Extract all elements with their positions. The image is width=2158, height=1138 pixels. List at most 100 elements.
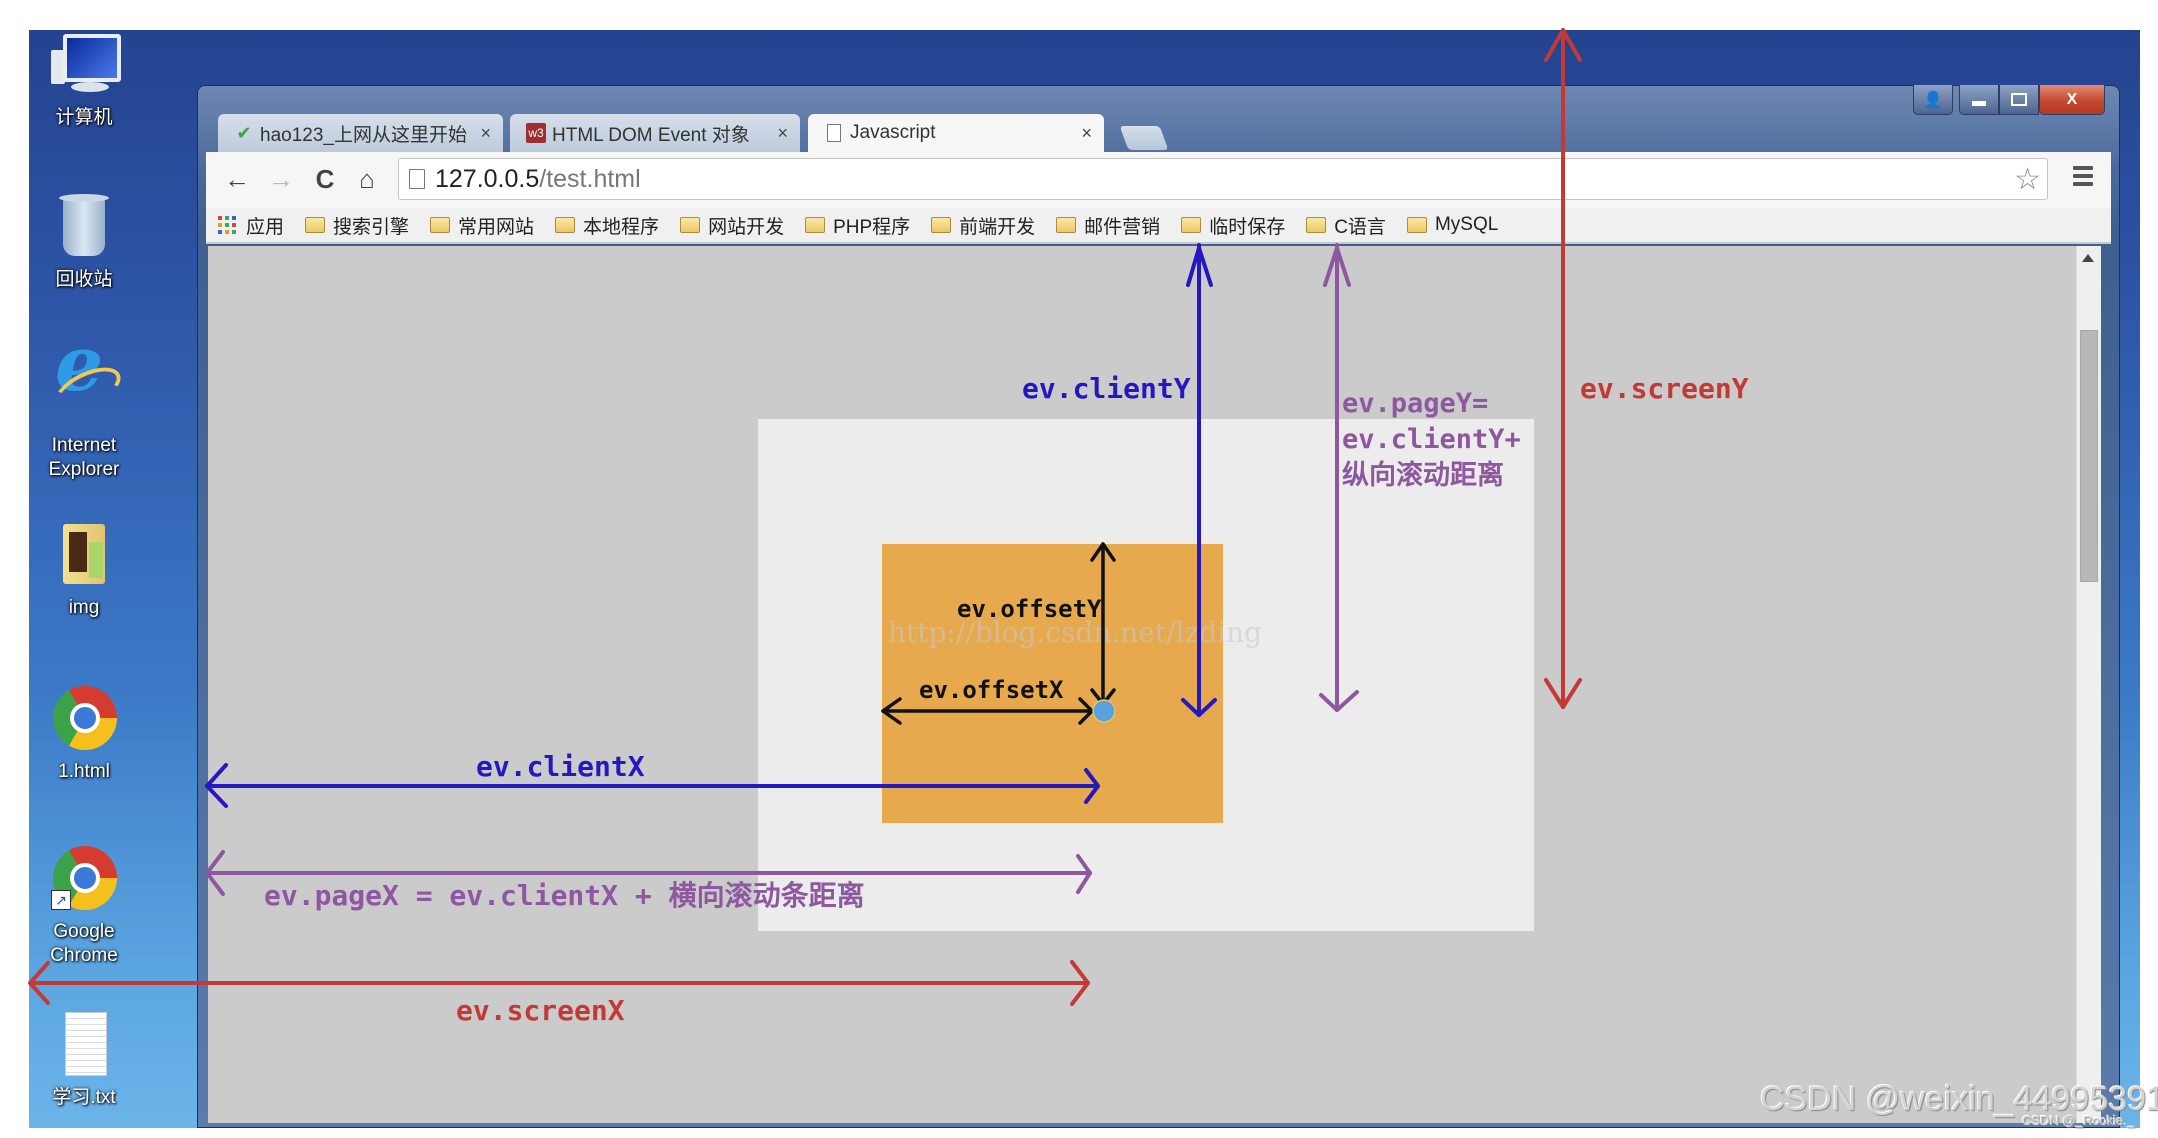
bookmarks-bar: 应用 搜索引擎 常用网站 本地程序 网站开发 PHP程序 前端开发 邮件营销 临… xyxy=(206,208,2111,244)
tab-close-button[interactable]: × xyxy=(777,123,788,144)
text-file-icon xyxy=(49,1010,119,1080)
folder-icon xyxy=(1181,217,1202,233)
shortcut-arrow-icon: ↗ xyxy=(51,890,71,910)
forward-arrow-icon: → xyxy=(268,163,294,194)
bookmark-label: 临时保存 xyxy=(1209,216,1286,238)
folder-icon xyxy=(305,217,326,233)
desktop-icon-label: 1.html xyxy=(58,761,110,782)
tab-hao123[interactable]: ✔ hao123_上网从这里开始 × xyxy=(218,114,503,152)
desktop-icon-1-html[interactable]: 1.html xyxy=(29,684,139,784)
bookmark-star-button[interactable]: ☆ xyxy=(2014,162,2041,197)
desktop-icon-recycle-bin[interactable]: 回收站 xyxy=(29,192,139,292)
desktop-icon-label-line1: Google xyxy=(53,921,115,942)
desktop-icon-label-line1: Internet xyxy=(51,435,117,456)
user-profile-button[interactable]: 👤 xyxy=(1913,85,1953,115)
star-icon: ☆ xyxy=(2014,163,2041,196)
bookmark-label: MySQL xyxy=(1434,214,1499,235)
bookmark-folder[interactable]: PHP程序 xyxy=(805,212,910,239)
close-window-button[interactable]: X xyxy=(2039,85,2105,115)
page-icon xyxy=(409,169,425,189)
hao123-icon: ✔ xyxy=(236,122,252,143)
reload-button[interactable]: C xyxy=(308,162,342,196)
bookmark-label: C语言 xyxy=(1334,216,1386,238)
apps-grid-icon xyxy=(218,216,238,234)
label-screenY: ev.screenY xyxy=(1580,372,1749,405)
bookmark-label: 搜索引擎 xyxy=(333,216,410,238)
home-button[interactable]: ⌂ xyxy=(350,162,384,196)
bookmark-label: PHP程序 xyxy=(833,216,911,238)
bookmark-folder[interactable]: 网站开发 xyxy=(680,212,784,239)
bookmark-apps[interactable]: 应用 xyxy=(218,212,284,239)
window-controls: 👤 X xyxy=(1913,85,2105,117)
bookmark-label: 应用 xyxy=(246,216,285,238)
tab-title: Javascript xyxy=(850,122,936,143)
bookmark-folder[interactable]: 搜索引擎 xyxy=(305,212,409,239)
vertical-scrollbar[interactable] xyxy=(2076,246,2101,1123)
label-pageY-line3: 纵向滚动距离 xyxy=(1342,460,1504,491)
chrome-shortcut-icon: ↗ xyxy=(49,844,119,914)
bookmark-label: 网站开发 xyxy=(708,216,785,238)
computer-icon xyxy=(49,30,121,100)
bookmark-folder[interactable]: 前端开发 xyxy=(931,212,1035,239)
user-icon: 👤 xyxy=(1923,91,1943,109)
tab-title: hao123_上网从这里开始 xyxy=(260,124,467,146)
desktop-icon-internet-explorer[interactable]: e Internet Explorer xyxy=(29,326,139,482)
label-screenX: ev.screenX xyxy=(456,994,625,1027)
recycle-bin-icon xyxy=(49,192,119,262)
folder-icon xyxy=(680,217,701,233)
bookmark-label: 本地程序 xyxy=(583,216,660,238)
desktop-icon-label: 学习.txt xyxy=(52,1087,116,1108)
folder-icon xyxy=(430,217,451,233)
forward-button[interactable]: → xyxy=(264,162,298,196)
bookmark-folder[interactable]: C语言 xyxy=(1306,212,1386,239)
address-bar[interactable]: 127.0.0.5/test.html xyxy=(398,158,2048,200)
csdn-watermark-small: CSDN @_Rookie._ xyxy=(2022,1113,2135,1128)
folder-icon xyxy=(1056,217,1077,233)
label-clientX: ev.clientX xyxy=(476,750,645,783)
scroll-up-arrow-icon[interactable] xyxy=(2082,254,2094,262)
new-tab-button[interactable] xyxy=(1119,126,1169,150)
bookmark-label: 邮件营销 xyxy=(1084,216,1161,238)
desktop-icon-label-line2: Chrome xyxy=(50,945,118,966)
back-button[interactable]: ← xyxy=(220,162,254,196)
bookmark-folder[interactable]: 邮件营销 xyxy=(1056,212,1160,239)
label-clientY: ev.clientY xyxy=(1022,372,1191,405)
home-icon: ⌂ xyxy=(359,163,375,194)
url-host: 127.0.0.5 xyxy=(435,165,540,193)
bookmark-label: 常用网站 xyxy=(458,216,535,238)
folder-icon xyxy=(1406,217,1427,233)
desktop-icon-study-txt[interactable]: 学习.txt xyxy=(29,1010,139,1110)
folder-icon xyxy=(49,520,119,590)
folder-icon xyxy=(555,217,576,233)
folder-icon xyxy=(1306,217,1327,233)
chrome-menu-button[interactable] xyxy=(2073,166,2093,190)
tab-close-button[interactable]: × xyxy=(1081,123,1092,144)
browser-window: 👤 X ✔ hao123_上网从这里开始 × w3 HTML DOM Event… xyxy=(197,85,2120,1128)
desktop-icon-img-folder[interactable]: img xyxy=(29,520,139,620)
label-pageY: ev.pageY= ev.clientY+ 纵向滚动距离 xyxy=(1342,386,1521,494)
label-pageY-line1: ev.pageY= xyxy=(1342,388,1489,419)
bookmark-folder[interactable]: 本地程序 xyxy=(555,212,659,239)
close-icon: X xyxy=(2066,90,2078,108)
bookmark-folder[interactable]: 常用网站 xyxy=(430,212,534,239)
folder-icon xyxy=(931,217,952,233)
chrome-html-file-icon xyxy=(49,684,119,754)
maximize-button[interactable] xyxy=(1999,85,2039,115)
minimize-button[interactable] xyxy=(1959,85,1999,115)
label-offsetY: ev.offsetY xyxy=(957,595,1102,623)
bookmark-folder[interactable]: MySQL xyxy=(1406,214,1499,236)
menu-icon xyxy=(2073,166,2093,170)
desktop-icon-google-chrome[interactable]: ↗ Google Chrome xyxy=(29,844,139,968)
tab-html-dom-event[interactable]: w3 HTML DOM Event 对象 × xyxy=(510,114,800,152)
bookmark-folder[interactable]: 临时保存 xyxy=(1181,212,1285,239)
label-offsetX: ev.offsetX xyxy=(919,676,1064,704)
tab-close-button[interactable]: × xyxy=(480,123,491,144)
reload-icon: C xyxy=(315,163,335,194)
tab-javascript[interactable]: Javascript × xyxy=(808,114,1104,152)
desktop-icon-computer[interactable]: 计算机 xyxy=(29,30,139,130)
bookmark-label: 前端开发 xyxy=(959,216,1036,238)
desktop-icon-label: 回收站 xyxy=(55,269,113,290)
internet-explorer-icon: e xyxy=(49,326,127,428)
scrollbar-thumb[interactable] xyxy=(2080,330,2098,582)
label-pageY-line2: ev.clientY+ xyxy=(1342,424,1521,455)
